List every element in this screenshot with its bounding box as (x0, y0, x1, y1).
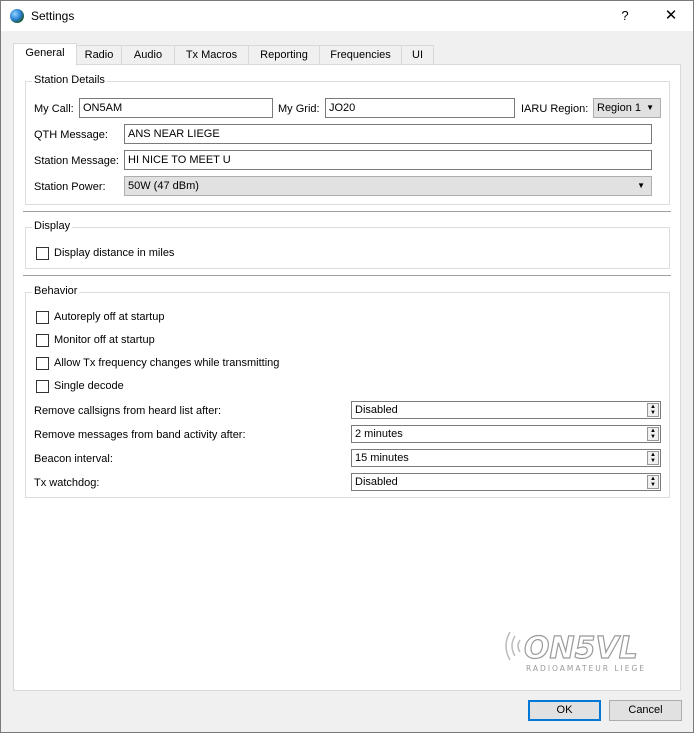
display-group: Display Display distance in miles (25, 220, 670, 269)
title-bar: Settings ? ✕ (1, 1, 693, 31)
separator (23, 275, 671, 277)
spin-arrows-icon[interactable]: ▲ ▼ (647, 475, 659, 489)
display-title: Display (32, 220, 73, 232)
allow-tx-change-label: Allow Tx frequency changes while transmi… (54, 357, 280, 369)
settings-window: Settings ? ✕ General Radio Audio Tx Macr… (0, 0, 694, 733)
band-activity-label: Remove messages from band activity after… (34, 429, 246, 441)
heard-list-spinbox[interactable]: Disabled ▲ ▼ (351, 401, 661, 419)
watermark-main-text: ON5VL (524, 631, 638, 666)
watermark-sub-text: RADIOAMATEUR LIEGE (526, 664, 646, 673)
qth-message-label: QTH Message: (34, 129, 108, 141)
monitor-off-row[interactable]: Monitor off at startup (36, 333, 436, 349)
station-details-title: Station Details (32, 74, 107, 86)
behavior-title: Behavior (32, 285, 80, 297)
autoreply-off-checkbox[interactable] (36, 311, 49, 324)
monitor-off-label: Monitor off at startup (54, 334, 155, 346)
app-globe-icon (10, 9, 24, 23)
station-power-value: 50W (47 dBm) (128, 180, 199, 192)
station-details-group: Station Details My Call: ON5AM My Grid: … (25, 74, 670, 205)
tab-tx-macros[interactable]: Tx Macros (174, 45, 249, 65)
station-power-select[interactable]: 50W (47 dBm) ▼ (124, 176, 652, 196)
display-miles-checkbox[interactable] (36, 247, 49, 260)
tab-frequencies[interactable]: Frequencies (319, 45, 402, 65)
help-button[interactable]: ? (609, 4, 641, 28)
allow-tx-change-checkbox[interactable] (36, 357, 49, 370)
iaru-region-value: Region 1 (597, 102, 642, 114)
spin-arrows-icon[interactable]: ▲ ▼ (647, 403, 659, 417)
general-tab-panel: Station Details My Call: ON5AM My Grid: … (13, 64, 681, 691)
tab-audio[interactable]: Audio (121, 45, 175, 65)
tab-reporting[interactable]: Reporting (248, 45, 320, 65)
tab-radio[interactable]: Radio (76, 45, 122, 65)
tab-ui[interactable]: UI (401, 45, 434, 65)
my-call-input[interactable]: ON5AM (79, 98, 273, 118)
spin-arrows-icon[interactable]: ▲ ▼ (647, 451, 659, 465)
tx-watchdog-spinbox[interactable]: Disabled ▲ ▼ (351, 473, 661, 491)
on5vl-watermark-logo: ON5VL RADIOAMATEUR LIEGE (505, 630, 646, 673)
allow-tx-change-row[interactable]: Allow Tx frequency changes while transmi… (36, 356, 436, 372)
heard-list-label: Remove callsigns from heard list after: (34, 405, 222, 417)
close-button[interactable]: ✕ (653, 4, 689, 28)
beacon-interval-value: 15 minutes (355, 452, 409, 464)
chevron-down-icon: ▼ (646, 103, 654, 112)
tab-general[interactable]: General (13, 43, 77, 66)
single-decode-checkbox[interactable] (36, 380, 49, 393)
single-decode-row[interactable]: Single decode (36, 379, 436, 395)
iaru-region-select[interactable]: Region 1 ▼ (593, 98, 661, 118)
heard-list-value: Disabled (355, 404, 398, 416)
band-activity-value: 2 minutes (355, 428, 403, 440)
station-message-input[interactable]: HI NICE TO MEET U (124, 150, 652, 170)
display-miles-row[interactable]: Display distance in miles (36, 246, 336, 262)
tx-watchdog-label: Tx watchdog: (34, 477, 100, 489)
behavior-group: Behavior Autoreply off at startup Monito… (25, 285, 670, 498)
monitor-off-checkbox[interactable] (36, 334, 49, 347)
spin-arrows-icon[interactable]: ▲ ▼ (647, 427, 659, 441)
window-title: Settings (31, 9, 75, 23)
my-call-label: My Call: (34, 103, 74, 115)
autoreply-off-label: Autoreply off at startup (54, 311, 165, 323)
autoreply-off-row[interactable]: Autoreply off at startup (36, 310, 436, 326)
separator (23, 211, 671, 213)
my-grid-input[interactable]: JO20 (325, 98, 515, 118)
iaru-region-label: IARU Region: (521, 103, 589, 115)
tx-watchdog-value: Disabled (355, 476, 398, 488)
beacon-interval-label: Beacon interval: (34, 453, 113, 465)
chevron-down-icon: ▼ (637, 181, 645, 190)
station-message-label: Station Message: (34, 155, 119, 167)
single-decode-label: Single decode (54, 380, 124, 392)
cancel-button[interactable]: Cancel (609, 700, 682, 721)
qth-message-input[interactable]: ANS NEAR LIEGE (124, 124, 652, 144)
station-power-label: Station Power: (34, 181, 106, 193)
display-miles-label: Display distance in miles (54, 247, 175, 259)
my-grid-label: My Grid: (278, 103, 320, 115)
band-activity-spinbox[interactable]: 2 minutes ▲ ▼ (351, 425, 661, 443)
beacon-interval-spinbox[interactable]: 15 minutes ▲ ▼ (351, 449, 661, 467)
ok-button[interactable]: OK (528, 700, 601, 721)
